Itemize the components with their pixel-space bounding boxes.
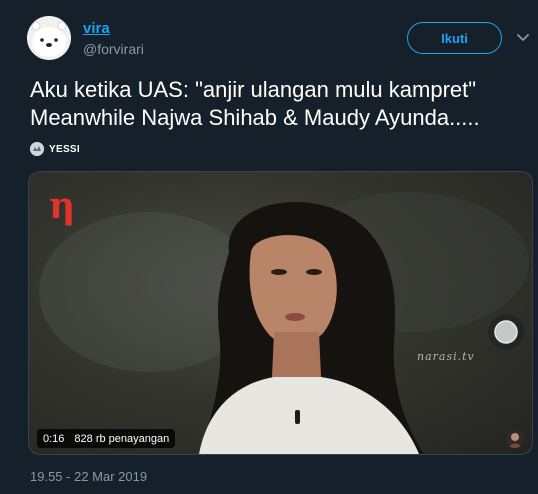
video-frame: [39, 192, 529, 454]
video-duration: 0:16: [43, 432, 65, 445]
chevron-down-icon[interactable]: [516, 31, 530, 45]
play-button[interactable]: [488, 314, 524, 350]
video-view-count: 828 rb penayangan: [74, 432, 170, 445]
account-label: YESSI: [49, 143, 80, 155]
tweet-line: Aku ketika UAS: "anjir ulangan mulu kamp…: [30, 77, 477, 102]
video-watermark: narasi.tv: [417, 350, 475, 363]
video-info-badge: 0:16 828 rb penayangan: [37, 429, 176, 448]
tweet-line: Meanwhile Najwa Shihab & Maudy Ayunda...…: [30, 105, 480, 130]
channel-logo: η: [49, 185, 76, 227]
follow-button[interactable]: Ikuti: [407, 22, 502, 54]
account-logo-icon: [30, 142, 44, 156]
bear-avatar-icon: [27, 16, 71, 60]
user-handle[interactable]: @forvirari: [83, 41, 144, 57]
embedded-account-label: YESSI: [30, 141, 80, 157]
tweet-timestamp[interactable]: 19.55 - 22 Mar 2019: [30, 469, 147, 484]
avatar[interactable]: [27, 16, 71, 60]
video-source-avatar[interactable]: [506, 430, 524, 448]
play-icon: [494, 320, 518, 344]
video-player[interactable]: η narasi.tv 0:16 828 rb penayangan: [28, 171, 533, 455]
tweet-text: Aku ketika UAS: "anjir ulangan mulu kamp…: [30, 76, 535, 132]
display-name[interactable]: vira: [83, 20, 110, 37]
